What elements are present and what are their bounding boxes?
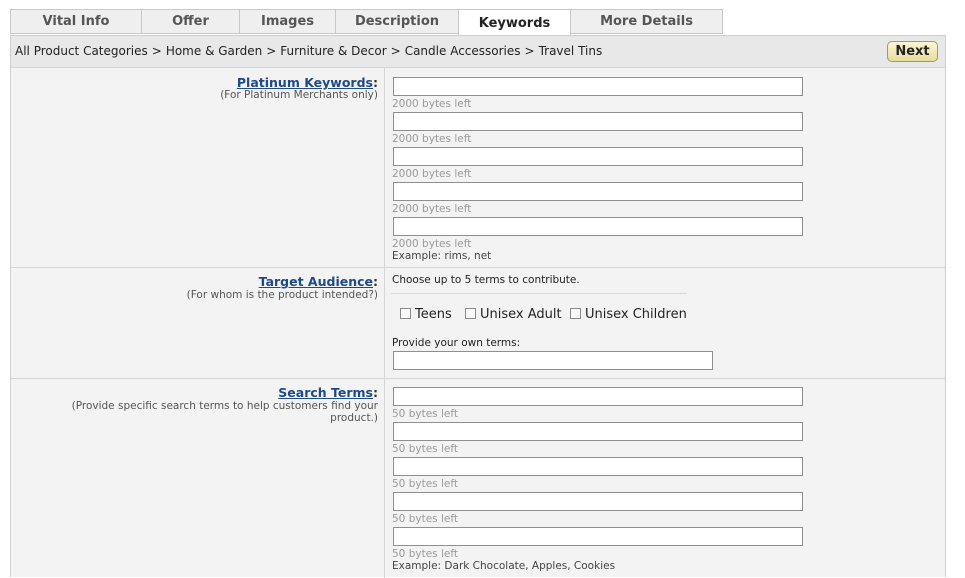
platinum-keywords-label: Platinum Keywords: [237,75,378,90]
platinum-keyword-field-2[interactable] [393,112,803,131]
label-colon: : [373,385,378,400]
bytes-left-text: 2000 bytes left [392,168,472,180]
platinum-keyword-field-5[interactable] [393,217,803,236]
breadcrumb-separator: > [151,44,162,58]
tab-vital-info[interactable]: Vital Info [10,9,142,34]
keywords-form: Platinum Keywords: (For Platinum Merchan… [10,67,946,578]
platinum-keywords-help: (For Platinum Merchants only) [220,89,378,101]
search-terms-example: Example: Dark Chocolate, Apples, Cookies [392,560,616,572]
search-terms-label-column: Search Terms: (Provide specific search t… [11,379,385,578]
bytes-left-text: 50 bytes left [392,478,458,490]
breadcrumb-item-home-garden[interactable]: Home & Garden [166,44,262,58]
platinum-keyword-field-3[interactable] [393,147,803,166]
bytes-left-text: 2000 bytes left [392,238,472,250]
label-colon: : [373,274,378,289]
breadcrumb-bar: All Product Categories > Home & Garden > Fur… [10,35,946,67]
bytes-left-text: 50 bytes left [392,408,458,420]
tab-keywords[interactable]: Keywords [458,9,571,36]
own-terms-label: Provide your own terms: [392,337,521,349]
breadcrumb: All Product Categories > Home & Garden > Fur… [15,44,602,58]
tab-description[interactable]: Description [335,9,459,34]
tab-images[interactable]: Images [239,9,336,34]
audience-option-label: Teens [415,307,452,322]
own-terms-input[interactable] [393,351,713,370]
audience-option-label: Unisex Adult [480,307,562,322]
platinum-keywords-section: Platinum Keywords: (For Platinum Merchan… [11,67,945,268]
search-terms-section: Search Terms: (Provide specific search t… [11,378,945,578]
audience-option-unisex-adult[interactable]: Unisex Adult [465,307,562,322]
audience-option-label: Unisex Children [585,307,687,322]
bytes-left-text: 50 bytes left [392,548,458,560]
label-colon: : [373,75,378,90]
search-term-field-2[interactable] [393,422,803,441]
platinum-keywords-label-column: Platinum Keywords: (For Platinum Merchan… [11,68,385,268]
search-terms-label: Search Terms: [278,385,378,400]
breadcrumb-separator: > [390,44,401,58]
breadcrumb-item-candle-accessories[interactable]: Candle Accessories [405,44,521,58]
breadcrumb-item-travel-tins[interactable]: Travel Tins [539,44,603,58]
bytes-left-text: 2000 bytes left [392,98,472,110]
checkbox-unisex-children[interactable] [570,308,581,319]
target-audience-link[interactable]: Target Audience [259,274,373,289]
tab-more-details[interactable]: More Details [570,9,723,34]
breadcrumb-separator: > [266,44,277,58]
target-audience-label: Target Audience: [259,274,378,289]
search-terms-help: (Provide specific search terms to help c… [71,400,378,424]
platinum-keywords-link[interactable]: Platinum Keywords [237,75,373,90]
search-term-field-5[interactable] [393,527,803,546]
checkbox-unisex-adult[interactable] [465,308,476,319]
tab-offer[interactable]: Offer [141,9,240,34]
platinum-keyword-field-1[interactable] [393,77,803,96]
search-term-field-1[interactable] [393,387,803,406]
breadcrumb-item-furniture-decor[interactable]: Furniture & Decor [280,44,386,58]
bytes-left-text: 2000 bytes left [392,133,472,145]
bytes-left-text: 2000 bytes left [392,203,472,215]
next-button[interactable]: Next [887,41,938,62]
audience-option-unisex-children[interactable]: Unisex Children [570,307,687,322]
audience-option-teens[interactable]: Teens [400,307,452,322]
target-audience-instruction: Choose up to 5 terms to contribute. [392,274,580,286]
platinum-keywords-example: Example: rims, net [392,250,492,262]
target-audience-help: (For whom is the product intended?) [186,289,378,301]
bytes-left-text: 50 bytes left [392,443,458,455]
target-audience-section: Target Audience: (For whom is the produc… [11,267,945,379]
search-term-field-4[interactable] [393,492,803,511]
checkbox-teens[interactable] [400,308,411,319]
divider [391,293,687,294]
audience-options: Teens Unisex Adult Unisex Children [400,307,820,325]
platinum-keyword-field-4[interactable] [393,182,803,201]
search-term-field-3[interactable] [393,457,803,476]
bytes-left-text: 50 bytes left [392,513,458,525]
breadcrumb-item-all-categories[interactable]: All Product Categories [15,44,148,58]
target-audience-label-column: Target Audience: (For whom is the produc… [11,268,385,379]
search-terms-link[interactable]: Search Terms [278,385,373,400]
breadcrumb-separator: > [524,44,535,58]
